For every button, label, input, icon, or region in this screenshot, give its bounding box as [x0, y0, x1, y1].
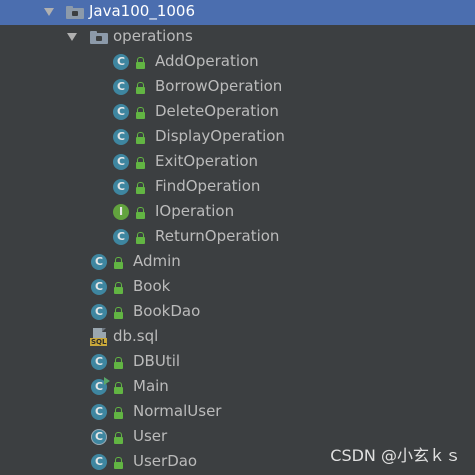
lock-icon — [136, 157, 145, 169]
tree-row-interface[interactable]: I IOperation — [0, 200, 475, 225]
lock-icon — [114, 457, 123, 469]
tree-row-project[interactable]: Java100_1006 — [0, 0, 475, 25]
class-name: FindOperation — [155, 177, 261, 195]
tree-row-class[interactable]: C FindOperation — [0, 175, 475, 200]
expand-arrow-icon[interactable] — [44, 8, 54, 16]
lock-icon — [136, 182, 145, 194]
class-glyph: C — [94, 380, 104, 393]
class-name: AddOperation — [155, 52, 259, 70]
tree-row-class[interactable]: C DeleteOperation — [0, 100, 475, 125]
class-icon: C — [113, 154, 129, 170]
lock-icon — [136, 207, 145, 219]
file-name: db.sql — [113, 327, 159, 345]
lock-icon — [136, 57, 145, 69]
tree-row-sql-file[interactable]: SQL db.sql — [0, 325, 475, 350]
tree-row-class[interactable]: C DBUtil — [0, 350, 475, 375]
class-icon: C — [91, 304, 107, 320]
tree-row-class[interactable]: C BookDao — [0, 300, 475, 325]
class-name: Main — [133, 377, 169, 395]
tree-row-class[interactable]: C AddOperation — [0, 50, 475, 75]
tree-row-class[interactable]: C BorrowOperation — [0, 75, 475, 100]
class-icon: C — [113, 129, 129, 145]
class-icon: C — [91, 254, 107, 270]
class-icon: C — [113, 79, 129, 95]
class-icon: C — [113, 179, 129, 195]
class-icon: C — [91, 454, 107, 470]
tree-row-class[interactable]: C Book — [0, 275, 475, 300]
sql-tag: SQL — [90, 338, 108, 346]
class-icon: C — [113, 229, 129, 245]
class-name: BorrowOperation — [155, 77, 283, 95]
class-icon: C — [91, 404, 107, 420]
class-name: ReturnOperation — [155, 227, 280, 245]
tree-row-class[interactable]: C ReturnOperation — [0, 225, 475, 250]
lock-icon — [136, 82, 145, 94]
run-marker-icon — [104, 377, 110, 385]
lock-icon — [114, 382, 123, 394]
class-name: DisplayOperation — [155, 127, 285, 145]
abstract-class-icon: C — [91, 429, 107, 445]
class-icon: C — [91, 354, 107, 370]
tree-row-class[interactable]: C DisplayOperation — [0, 125, 475, 150]
watermark: CSDN @小玄ｋｓ — [330, 446, 461, 465]
class-name: User — [133, 427, 168, 445]
class-icon: C — [91, 279, 107, 295]
class-name: UserDao — [133, 452, 198, 470]
lock-icon — [114, 282, 123, 294]
tree-row-class[interactable]: C NormalUser — [0, 400, 475, 425]
lock-icon — [114, 257, 123, 269]
folder-icon — [66, 6, 84, 19]
class-name: BookDao — [133, 302, 201, 320]
class-name: DeleteOperation — [155, 102, 279, 120]
lock-icon — [136, 232, 145, 244]
class-name: NormalUser — [133, 402, 222, 420]
project-name: Java100_1006 — [89, 2, 195, 20]
tree-row-class[interactable]: C Admin — [0, 250, 475, 275]
tree-row-class[interactable]: C Main — [0, 375, 475, 400]
class-icon: C — [113, 104, 129, 120]
lock-icon — [114, 407, 123, 419]
package-name: operations — [113, 27, 193, 45]
lock-icon — [136, 132, 145, 144]
tree-row-package[interactable]: operations — [0, 25, 475, 50]
lock-icon — [114, 432, 123, 444]
expand-arrow-icon[interactable] — [67, 33, 77, 41]
class-name: Book — [133, 277, 171, 295]
lock-icon — [136, 107, 145, 119]
class-name: DBUtil — [133, 352, 181, 370]
runnable-class-icon: C — [91, 377, 110, 395]
class-icon: C — [113, 54, 129, 70]
class-name: ExitOperation — [155, 152, 259, 170]
tree-row-class[interactable]: C ExitOperation — [0, 150, 475, 175]
lock-icon — [114, 307, 123, 319]
sql-file-icon: SQL — [90, 328, 110, 346]
class-name: Admin — [133, 252, 181, 270]
interface-name: IOperation — [155, 202, 235, 220]
lock-icon — [114, 357, 123, 369]
interface-icon: I — [113, 204, 129, 220]
package-folder-icon — [90, 31, 108, 44]
